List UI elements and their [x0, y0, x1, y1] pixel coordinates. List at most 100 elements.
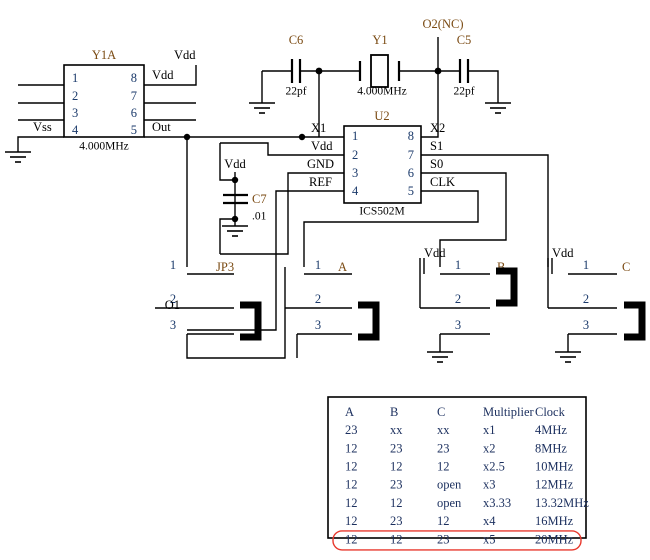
u2-part: ICS502M — [359, 206, 404, 218]
u2-name-s1: S1 — [430, 139, 443, 153]
y1a-pin-7: 7 — [131, 89, 137, 103]
ground-symbol-vss — [5, 151, 31, 163]
y1a-lead-4-vss — [17, 136, 64, 152]
table-content: A B C Multiplier Clock 23 xx xx x1 4MHz 12 23 23 x2 8M… — [345, 405, 589, 546]
table-cell-r5-c1: 23 — [390, 514, 403, 528]
a-pin-3: 3 — [315, 318, 321, 332]
u2-name-s0: S0 — [430, 157, 443, 171]
cap-c7-network: Vdd C7 .01 — [219, 143, 267, 254]
table-cell-r0-c0: 23 — [345, 423, 358, 437]
u2-pin-8: 8 — [408, 129, 414, 143]
u2-pin-7: 7 — [408, 148, 414, 162]
c-pin-1: 1 — [583, 258, 589, 272]
net-label-o2: O2(NC) — [423, 17, 464, 31]
table-cell-r0-c4: 4MHz — [535, 423, 567, 437]
u2-pin-3: 3 — [352, 166, 358, 180]
net-label-vss: Vss — [33, 120, 52, 134]
table-cell-r5-c3: x4 — [483, 514, 496, 528]
table-cell-r4-c1: 12 — [390, 496, 403, 510]
jumper-b[interactable]: B Vdd 1 2 3 — [419, 246, 518, 363]
table-header-a: A — [345, 405, 354, 419]
a-shunt-2-3[interactable] — [358, 301, 380, 341]
table-cell-r4-c0: 12 — [345, 496, 358, 510]
table-cell-r0-c3: x1 — [483, 423, 496, 437]
oscillator-y1a: Y1A 4.000MHz 1 2 3 4 8 7 6 5 Vss Vdd Vdd… — [5, 48, 302, 267]
y1a-pin-4: 4 — [72, 123, 79, 137]
jumper-jp3[interactable]: JP3 1 2 3 O1 — [155, 258, 286, 359]
table-cell-r2-c3: x2.5 — [483, 459, 505, 473]
b-shunt-1-2[interactable] — [496, 267, 518, 307]
table-cell-r6-c2: 23 — [437, 532, 450, 546]
a-pin-2: 2 — [315, 292, 321, 306]
table-cell-r0-c1: xx — [390, 423, 403, 437]
a-pin-1: 1 — [315, 258, 321, 272]
schematic-canvas: Y1A 4.000MHz 1 2 3 4 8 7 6 5 Vss Vdd Vdd… — [5, 17, 646, 551]
c7-value: .01 — [252, 211, 267, 223]
vdd-rail-label: Vdd — [174, 48, 196, 62]
u2-name-gnd: GND — [307, 157, 334, 171]
table-cell-r1-c2: 23 — [437, 441, 450, 455]
table-cell-r3-c4: 12MHz — [535, 478, 574, 492]
table-cell-r5-c0: 12 — [345, 514, 358, 528]
c-shunt-2-3[interactable] — [624, 301, 646, 341]
y1a-pin-6: 6 — [131, 106, 137, 120]
jp3-ref: JP3 — [216, 260, 234, 274]
table-cell-r3-c2: open — [437, 478, 462, 492]
table-header-multiplier: Multiplier — [483, 405, 535, 419]
table-cell-r1-c1: 23 — [390, 441, 403, 455]
ground-symbol-c6 — [249, 102, 275, 114]
u2-name-ref: REF — [309, 175, 332, 189]
table-cell-r2-c1: 12 — [390, 459, 403, 473]
net-label-out: Out — [152, 120, 171, 134]
c6-ref: C6 — [289, 33, 304, 47]
table-cell-r2-c4: 10MHz — [535, 459, 574, 473]
b-pin-2: 2 — [455, 292, 461, 306]
u2-ref: U2 — [374, 109, 389, 123]
table-cell-r3-c3: x3 — [483, 478, 496, 492]
table-header-b: B — [390, 405, 398, 419]
jp3-pin3-return — [186, 267, 286, 359]
c5-value: 22pf — [453, 86, 474, 98]
u2-name-clk: CLK — [430, 175, 455, 189]
net-label-vdd-c7: Vdd — [224, 157, 246, 171]
table-cell-r5-c2: 12 — [437, 514, 450, 528]
table-cell-r4-c4: 13.32MHz — [535, 496, 589, 510]
u2-pin-4: 4 — [352, 184, 359, 198]
y1-body — [370, 54, 389, 88]
u2-pin-1: 1 — [352, 129, 358, 143]
u2-name-x2: X2 — [430, 121, 445, 135]
net-label-vdd-c: Vdd — [552, 246, 574, 260]
c-pin-3: 3 — [583, 318, 589, 332]
y1a-pin-8: 8 — [131, 71, 137, 85]
ground-symbol-b — [427, 351, 453, 363]
ground-symbol-c7 — [222, 225, 248, 237]
table-cell-r6-c1: 12 — [390, 532, 403, 546]
c-pin-2: 2 — [583, 292, 589, 306]
table-cell-r1-c0: 12 — [345, 441, 358, 455]
b-pin-3: 3 — [455, 318, 461, 332]
table-cell-r4-c2: open — [437, 496, 462, 510]
c-ref: C — [622, 260, 630, 274]
jumper-c[interactable]: C Vdd 1 2 3 — [547, 246, 646, 363]
table-cell-r2-c2: 12 — [437, 459, 450, 473]
schematic-page: Y1A 4.000MHz 1 2 3 4 8 7 6 5 Vss Vdd Vdd… — [0, 0, 650, 560]
table-cell-r4-c3: x3.33 — [483, 496, 511, 510]
table-header-clock: Clock — [535, 405, 566, 419]
y1a-ref: Y1A — [92, 48, 116, 62]
table-cell-r3-c0: 12 — [345, 478, 358, 492]
table-header-c: C — [437, 405, 445, 419]
jp3-pin-1: 1 — [170, 258, 176, 272]
table-cell-r1-c3: x2 — [483, 441, 496, 455]
jumper-a[interactable]: A 1 2 3 — [285, 258, 380, 358]
u2-pin-6: 6 — [408, 166, 414, 180]
ground-symbol-c5 — [485, 102, 511, 114]
net-label-vdd-b: Vdd — [424, 246, 446, 260]
table-cell-r0-c2: xx — [437, 423, 450, 437]
jp3-shunt-2-3[interactable] — [240, 301, 262, 341]
y1a-pin-1: 1 — [72, 71, 78, 85]
table-cell-r3-c1: 23 — [390, 478, 403, 492]
config-table: A B C Multiplier Clock 23 xx xx x1 4MHz 12 23 23 x2 8M… — [327, 396, 589, 551]
y1a-pin-5: 5 — [131, 123, 137, 137]
u2-pin-5: 5 — [408, 184, 414, 198]
table-cell-r6-c3: x5 — [483, 532, 496, 546]
